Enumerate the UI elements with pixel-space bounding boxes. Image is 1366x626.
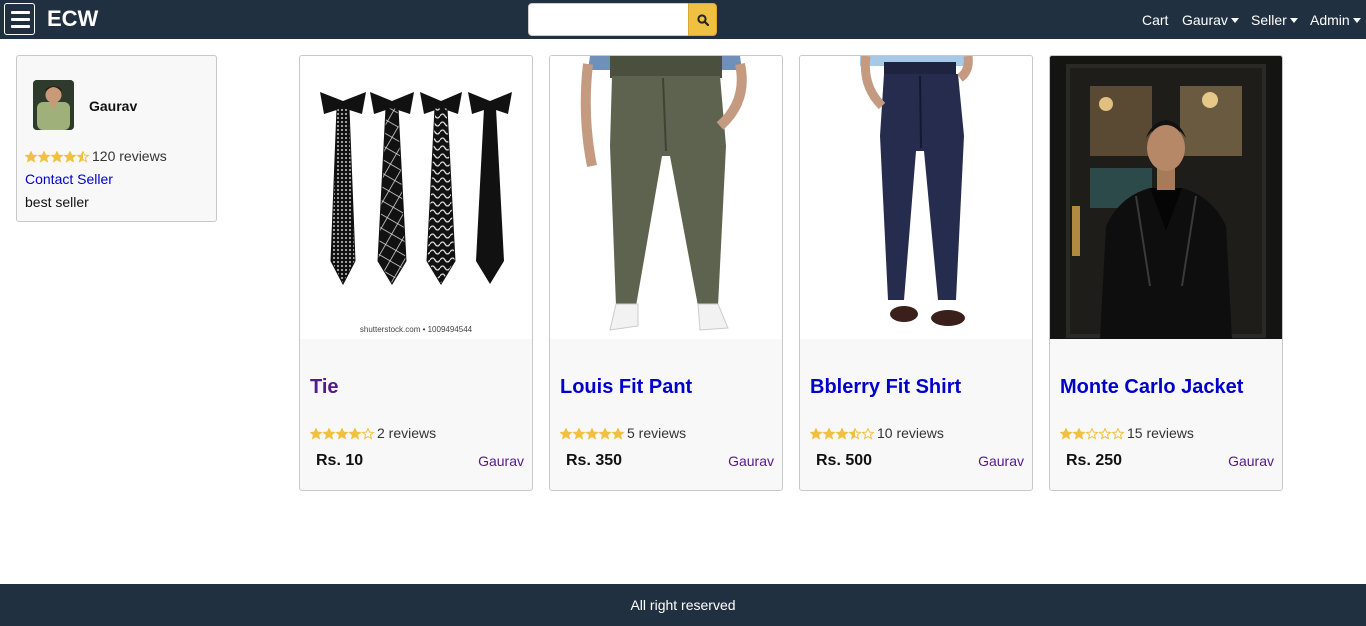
star-rating [809, 427, 877, 443]
caret-down-icon [1230, 18, 1239, 23]
star-rating [1059, 427, 1127, 443]
brand-logo[interactable]: ECW [47, 6, 98, 32]
star-icon [309, 427, 323, 440]
star-icon [572, 427, 586, 440]
footer-text: All right reserved [630, 597, 736, 613]
product-title[interactable]: Louis Fit Pant [560, 376, 692, 399]
product-card: Louis Fit Pant 5 reviews Rs. 350 Gaurav [549, 55, 783, 491]
star-icon [809, 427, 823, 440]
star-icon [822, 427, 836, 440]
admin-menu-label: Admin [1310, 12, 1350, 28]
product-title[interactable]: Bblerry Fit Shirt [810, 376, 961, 399]
admin-menu[interactable]: Admin [1310, 12, 1361, 28]
star-rating [559, 427, 627, 443]
product-image-tie[interactable]: shutterstock.com • 1009494544 [300, 56, 532, 339]
product-price: Rs. 350 [566, 452, 623, 469]
product-seller-link[interactable]: Gaurav [1228, 453, 1274, 469]
product-card: Monte Carlo Jacket 15 reviews Rs. 250 Ga… [1049, 55, 1283, 491]
caret-down-icon [1289, 18, 1298, 23]
star-icon [24, 150, 38, 163]
product-reviews-count: 10 reviews [877, 425, 944, 441]
product-image-jacket[interactable] [1050, 56, 1282, 339]
star-icon [361, 427, 375, 440]
page-footer: All right reserved [0, 584, 1366, 626]
star-icon [37, 150, 51, 163]
star-rating [309, 427, 377, 443]
product-card: shutterstock.com • 1009494544 Tie 2 revi… [299, 55, 533, 491]
seller-description: best seller [25, 194, 89, 210]
caret-down-icon [1352, 18, 1361, 23]
product-card: Bblerry Fit Shirt 10 reviews Rs. 500 Gau… [799, 55, 1033, 491]
product-seller-link[interactable]: Gaurav [728, 453, 774, 469]
user-menu-label: Gaurav [1182, 12, 1228, 28]
star-icon [1072, 427, 1086, 440]
star-icon [559, 427, 573, 440]
star-icon [1085, 427, 1099, 440]
product-seller-link[interactable]: Gaurav [978, 453, 1024, 469]
product-reviews-count: 5 reviews [627, 425, 687, 441]
product-reviews-count: 15 reviews [1127, 425, 1194, 441]
star-icon [322, 427, 336, 440]
seller-name: Gaurav [89, 98, 138, 114]
user-menu[interactable]: Gaurav [1182, 12, 1239, 28]
search-button[interactable] [688, 3, 717, 36]
product-image-pant[interactable] [550, 56, 782, 339]
seller-reviews-count: 120 reviews [92, 148, 167, 164]
product-rating: 10 reviews [809, 425, 944, 443]
search-input[interactable] [528, 3, 689, 36]
product-price: Rs. 250 [1066, 452, 1123, 469]
star-icon [1098, 427, 1112, 440]
star-icon [1111, 427, 1125, 440]
star-icon [348, 427, 362, 440]
image-watermark: shutterstock.com • 1009494544 [360, 325, 473, 334]
star-icon [611, 427, 625, 440]
seller-menu-label: Seller [1251, 12, 1287, 28]
product-rating: 5 reviews [559, 425, 687, 443]
top-navbar: ECW Cart Gaurav Seller Admin [0, 0, 1366, 39]
star-icon [50, 150, 64, 163]
search-icon [697, 14, 709, 26]
product-price: Rs. 10 [316, 452, 364, 469]
seller-menu[interactable]: Seller [1251, 12, 1298, 28]
seller-info-card: Gaurav 120 reviews Contact Seller best s… [16, 55, 217, 222]
product-rating: 15 reviews [1059, 425, 1194, 443]
star-icon [1059, 427, 1073, 440]
star-icon [848, 427, 862, 440]
product-price: Rs. 500 [816, 452, 873, 469]
star-rating [24, 150, 92, 166]
contact-seller-link[interactable]: Contact Seller [25, 171, 113, 187]
cart-link[interactable]: Cart [1142, 12, 1168, 28]
product-rating: 2 reviews [309, 425, 437, 443]
product-seller-link[interactable]: Gaurav [478, 453, 524, 469]
star-icon [63, 150, 77, 163]
product-title[interactable]: Monte Carlo Jacket [1060, 376, 1243, 399]
star-icon [585, 427, 599, 440]
seller-avatar [33, 80, 74, 130]
star-icon [76, 150, 90, 163]
star-icon [861, 427, 875, 440]
hamburger-icon-bar [11, 18, 30, 21]
seller-rating: 120 reviews [24, 148, 167, 166]
hamburger-icon [11, 11, 30, 14]
product-image-navy-pant[interactable] [800, 56, 1032, 339]
hamburger-menu-button[interactable] [4, 3, 35, 35]
star-icon [835, 427, 849, 440]
star-icon [598, 427, 612, 440]
product-reviews-count: 2 reviews [377, 425, 437, 441]
star-icon [335, 427, 349, 440]
hamburger-icon-bar [11, 25, 30, 28]
product-title[interactable]: Tie [310, 376, 339, 399]
